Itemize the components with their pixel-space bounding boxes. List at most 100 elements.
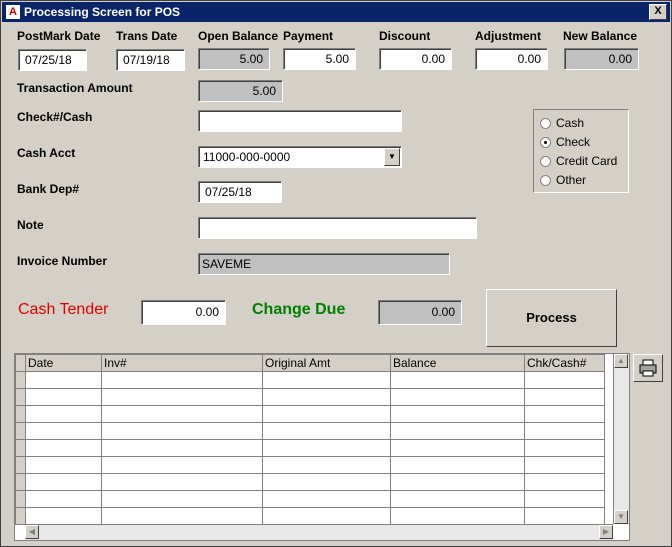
- table-row[interactable]: [15, 422, 605, 440]
- table-cell[interactable]: [101, 473, 263, 491]
- discount-field[interactable]: 0.00: [379, 48, 452, 70]
- open-balance-field: 5.00: [198, 48, 270, 70]
- table-cell[interactable]: [390, 388, 525, 406]
- app-icon: A: [6, 5, 20, 19]
- table-row[interactable]: [15, 490, 605, 508]
- transaction-amount-field: 5.00: [198, 80, 283, 102]
- table-cell[interactable]: [390, 405, 525, 423]
- row-selector[interactable]: [15, 388, 26, 406]
- postmark-date-field[interactable]: 07/25/18: [18, 49, 87, 71]
- cash-tender-field[interactable]: 0.00: [141, 300, 226, 325]
- cash-acct-select[interactable]: 11000-000-0000 ▼: [198, 146, 402, 168]
- table-cell[interactable]: [25, 439, 102, 457]
- row-selector[interactable]: [15, 473, 26, 491]
- table-cell[interactable]: [524, 456, 605, 474]
- table-cell[interactable]: [262, 405, 391, 423]
- table-cell[interactable]: [524, 388, 605, 406]
- table-cell[interactable]: [262, 456, 391, 474]
- invoice-number-field: SAVEME: [198, 253, 450, 275]
- table-cell[interactable]: [25, 405, 102, 423]
- scroll-right-icon[interactable]: ▶: [599, 525, 613, 539]
- table-cell[interactable]: [262, 422, 391, 440]
- change-due-field: 0.00: [378, 300, 462, 325]
- table-cell[interactable]: [262, 439, 391, 457]
- payment-label: Payment: [283, 29, 334, 43]
- table-row[interactable]: [15, 507, 605, 525]
- horizontal-scrollbar[interactable]: ◀ ▶: [25, 524, 613, 540]
- table-cell[interactable]: [390, 473, 525, 491]
- check-cash-field[interactable]: [198, 110, 402, 132]
- row-selector[interactable]: [15, 371, 26, 389]
- table-cell[interactable]: [25, 371, 102, 389]
- table-row[interactable]: [15, 371, 605, 389]
- scroll-up-icon[interactable]: ▲: [614, 354, 628, 368]
- table-cell[interactable]: [262, 507, 391, 525]
- table-cell[interactable]: [524, 422, 605, 440]
- col-original-amt[interactable]: Original Amt: [262, 354, 391, 372]
- invoice-grid[interactable]: Date Inv# Original Amt Balance Chk/Cash#…: [14, 353, 630, 541]
- table-cell[interactable]: [390, 490, 525, 508]
- table-cell[interactable]: [524, 507, 605, 525]
- table-cell[interactable]: [101, 456, 263, 474]
- vertical-scrollbar[interactable]: ▲ ▼: [613, 354, 629, 524]
- table-row[interactable]: [15, 439, 605, 457]
- col-balance[interactable]: Balance: [390, 354, 525, 372]
- table-cell[interactable]: [101, 490, 263, 508]
- table-row[interactable]: [15, 473, 605, 491]
- table-cell[interactable]: [25, 507, 102, 525]
- scroll-left-icon[interactable]: ◀: [25, 525, 39, 539]
- table-cell[interactable]: [101, 507, 263, 525]
- radio-other-label: Other: [556, 173, 587, 187]
- radio-cash-label: Cash: [556, 116, 585, 130]
- table-cell[interactable]: [25, 388, 102, 406]
- col-inv[interactable]: Inv#: [101, 354, 263, 372]
- table-cell[interactable]: [390, 422, 525, 440]
- row-selector[interactable]: [15, 439, 26, 457]
- trans-date-field[interactable]: 07/19/18: [116, 49, 185, 71]
- table-cell[interactable]: [262, 490, 391, 508]
- row-selector[interactable]: [15, 490, 26, 508]
- table-cell[interactable]: [25, 422, 102, 440]
- table-cell[interactable]: [101, 422, 263, 440]
- table-row[interactable]: [15, 456, 605, 474]
- scroll-down-icon[interactable]: ▼: [614, 510, 628, 524]
- row-selector[interactable]: [15, 422, 26, 440]
- table-cell[interactable]: [262, 388, 391, 406]
- cash-acct-label: Cash Acct: [17, 146, 76, 160]
- note-field[interactable]: [198, 217, 477, 239]
- col-chk-cash[interactable]: Chk/Cash#: [524, 354, 605, 372]
- table-cell[interactable]: [524, 439, 605, 457]
- table-cell[interactable]: [101, 388, 263, 406]
- row-selector[interactable]: [15, 456, 26, 474]
- row-selector[interactable]: [15, 507, 26, 525]
- table-cell[interactable]: [524, 405, 605, 423]
- table-cell[interactable]: [101, 405, 263, 423]
- table-row[interactable]: [15, 388, 605, 406]
- process-button[interactable]: Process: [486, 289, 617, 347]
- table-cell[interactable]: [524, 371, 605, 389]
- bank-dep-field[interactable]: 07/25/18: [198, 181, 282, 203]
- new-balance-label: New Balance: [563, 29, 638, 43]
- table-cell[interactable]: [25, 456, 102, 474]
- row-selector[interactable]: [15, 405, 26, 423]
- table-cell[interactable]: [390, 371, 525, 389]
- table-cell[interactable]: [390, 439, 525, 457]
- table-cell[interactable]: [101, 439, 263, 457]
- table-cell[interactable]: [25, 473, 102, 491]
- table-cell[interactable]: [524, 490, 605, 508]
- table-cell[interactable]: [390, 456, 525, 474]
- adjustment-field[interactable]: 0.00: [475, 48, 548, 70]
- table-row[interactable]: [15, 405, 605, 423]
- table-cell[interactable]: [262, 473, 391, 491]
- table-cell[interactable]: [390, 507, 525, 525]
- radio-circle-icon: [540, 175, 551, 186]
- print-button[interactable]: [633, 354, 663, 382]
- close-button[interactable]: X: [649, 4, 667, 20]
- table-cell[interactable]: [101, 371, 263, 389]
- payment-field[interactable]: 5.00: [283, 48, 356, 70]
- chevron-down-icon[interactable]: ▼: [384, 148, 400, 166]
- table-cell[interactable]: [25, 490, 102, 508]
- table-cell[interactable]: [524, 473, 605, 491]
- table-cell[interactable]: [262, 371, 391, 389]
- col-date[interactable]: Date: [25, 354, 102, 372]
